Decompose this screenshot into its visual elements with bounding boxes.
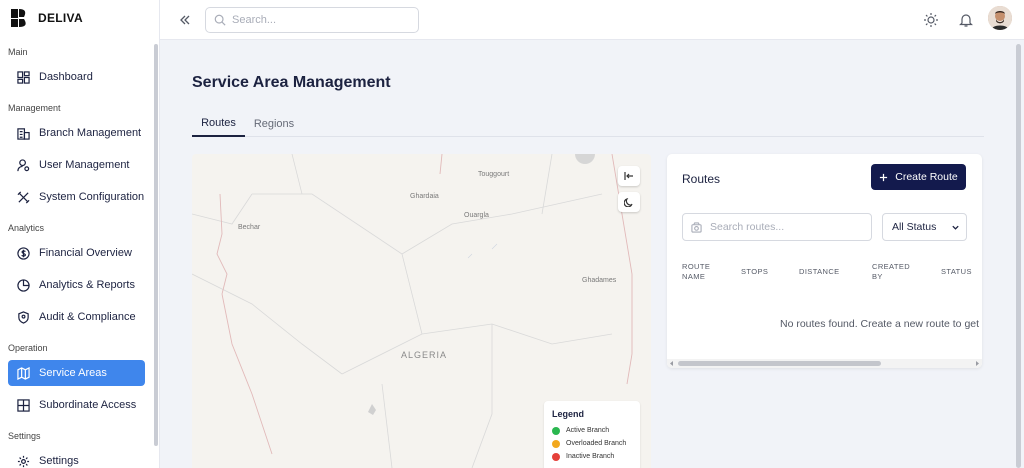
sidebar-item-label: System Configuration [39, 191, 145, 203]
brand-name: DELIVA [38, 11, 83, 25]
sidebar-scrollbar[interactable] [154, 44, 158, 446]
legend-dot-icon [552, 439, 560, 448]
column-stops[interactable]: STOPS [741, 254, 768, 290]
plus-icon [880, 173, 888, 181]
sidebar-item-label: Branch Management [39, 127, 142, 139]
scroll-right-icon[interactable] [975, 361, 980, 366]
sidebar-item-label: Service Areas [39, 367, 107, 379]
tab-regions[interactable]: Regions [249, 110, 299, 137]
sidebar-item-label: Analytics & Reports [39, 279, 135, 291]
route-search-input[interactable] [710, 221, 860, 233]
sidebar: DELIVA Main Dashboard Management Branch … [0, 0, 160, 468]
routes-title: Routes [682, 172, 721, 186]
brand[interactable]: DELIVA [0, 0, 159, 36]
legend-dot-icon [552, 452, 560, 461]
route-search-icon [691, 221, 702, 233]
gear-icon [17, 455, 30, 467]
sidebar-item-settings[interactable]: Settings [8, 448, 145, 468]
sidebar-item-audit-compliance[interactable]: Audit & Compliance [8, 304, 145, 330]
avatar[interactable] [988, 6, 1012, 30]
map-place-touggourt: Touggourt [478, 171, 510, 178]
routes-horizontal-scrollbar[interactable] [667, 359, 982, 368]
pie-chart-icon [17, 278, 30, 292]
dashboard-grid-icon [17, 70, 30, 84]
sidebar-item-analytics-reports[interactable]: Analytics & Reports [8, 272, 145, 298]
global-search[interactable] [205, 7, 419, 33]
legend-label: Active Branch [566, 427, 610, 434]
page-vertical-scrollbar[interactable] [1016, 44, 1021, 468]
legend-item-inactive: Inactive Branch [552, 450, 640, 463]
section-label-operation: Operation [8, 343, 48, 353]
sidebar-item-label: Dashboard [39, 71, 93, 83]
sidebar-item-dashboard[interactable]: Dashboard [8, 64, 145, 90]
map-collapse-panel-button[interactable] [618, 166, 640, 186]
sidebar-item-label: Financial Overview [39, 247, 132, 259]
sidebar-item-label: User Management [39, 159, 130, 171]
column-created-by[interactable]: CREATED BY [872, 254, 912, 290]
routes-panel: Routes Create Route All Status ROUTE NAM… [667, 154, 982, 368]
map-legend: Legend Active Branch Overloaded Branch I… [544, 401, 640, 468]
routes-empty-message: No routes found. Create a new route to g… [780, 318, 982, 330]
map-dark-mode-button[interactable] [618, 192, 640, 212]
table-grid-icon [17, 398, 30, 412]
map-country-label: ALGERIA [401, 350, 448, 360]
map-place-ghardaia: Ghardaia [410, 193, 439, 200]
map-icon [17, 366, 30, 380]
routes-table-header: ROUTE NAME STOPS DISTANCE CREATED BY STA… [667, 254, 982, 290]
section-label-analytics: Analytics [8, 223, 45, 233]
sidebar-item-label: Settings [39, 455, 79, 467]
sidebar-item-branch-management[interactable]: Branch Management [8, 120, 145, 146]
create-route-button[interactable]: Create Route [871, 164, 966, 190]
topbar [160, 0, 1024, 40]
user-gear-icon [17, 158, 30, 171]
column-distance[interactable]: DISTANCE [799, 254, 840, 290]
bell-icon[interactable] [958, 12, 974, 28]
section-label-settings: Settings [8, 431, 41, 441]
page-title: Service Area Management [192, 74, 391, 91]
moon-icon [624, 197, 633, 207]
column-route-name[interactable]: ROUTE NAME [682, 254, 722, 290]
legend-item-overloaded: Overloaded Branch [552, 437, 640, 450]
building-icon [17, 127, 30, 140]
sidebar-item-user-management[interactable]: User Management [8, 152, 145, 178]
sidebar-item-system-configuration[interactable]: System Configuration [8, 184, 145, 210]
collapse-sidebar-icon[interactable] [178, 13, 192, 27]
search-icon [214, 14, 226, 26]
dollar-circle-icon [17, 246, 30, 260]
search-input[interactable] [232, 14, 402, 26]
legend-label: Overloaded Branch [566, 440, 627, 447]
sidebar-item-label: Subordinate Access [39, 399, 137, 411]
tab-routes[interactable]: Routes [192, 110, 245, 137]
scroll-left-icon[interactable] [669, 361, 674, 366]
sidebar-item-financial-overview[interactable]: Financial Overview [8, 240, 145, 266]
sidebar-item-service-areas[interactable]: Service Areas [8, 360, 145, 386]
column-status[interactable]: STATUS [941, 254, 972, 290]
chevron-down-icon [952, 225, 959, 230]
legend-label: Inactive Branch [566, 453, 615, 460]
deliva-logo-icon [11, 9, 26, 27]
legend-item-active: Active Branch [552, 424, 640, 437]
sidebar-item-label: Audit & Compliance [39, 311, 136, 323]
tools-icon [17, 191, 30, 203]
section-label-main: Main [8, 47, 28, 57]
shield-icon [18, 310, 29, 324]
status-filter-select[interactable]: All Status [882, 213, 967, 241]
legend-dot-icon [552, 426, 560, 435]
create-route-label: Create Route [895, 171, 958, 183]
legend-title: Legend [552, 409, 585, 419]
arrow-collapse-icon [624, 172, 633, 180]
user-avatar-icon [988, 6, 1012, 30]
sidebar-item-subordinate-access[interactable]: Subordinate Access [8, 392, 145, 418]
route-search[interactable] [682, 213, 872, 241]
status-filter-value: All Status [892, 221, 937, 233]
map-view[interactable]: Touggourt Ghardaia Ouargla Bechar Ghadam… [192, 154, 651, 468]
map-place-ouargla: Ouargla [464, 212, 489, 219]
section-label-management: Management [8, 103, 61, 113]
sun-icon[interactable] [923, 12, 939, 28]
map-place-bechar: Bechar [238, 224, 261, 231]
map-place-ghadames: Ghadames [582, 277, 617, 284]
tabs: Routes Regions [192, 110, 984, 137]
scrollbar-thumb[interactable] [678, 361, 881, 366]
